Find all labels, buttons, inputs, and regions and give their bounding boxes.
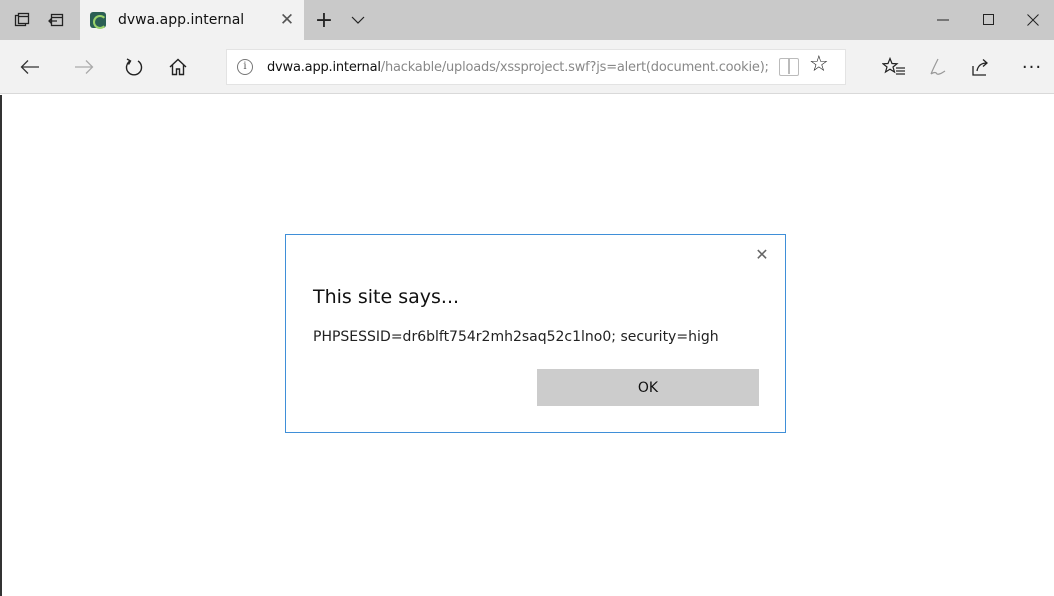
forward-arrow-icon[interactable]: [66, 40, 102, 94]
close-icon[interactable]: ✕: [752, 244, 772, 264]
chevron-down-icon[interactable]: [346, 0, 370, 40]
alert-dialog: ✕ This site says... PHPSESSID=dr6blft754…: [285, 234, 786, 433]
share-icon[interactable]: [962, 40, 998, 94]
favorites-icon[interactable]: [876, 40, 912, 94]
plus-icon[interactable]: +: [312, 0, 336, 40]
url-text: dvwa.app.internal/hackable/uploads/xsspr…: [267, 60, 777, 75]
favicon-icon: [90, 12, 107, 29]
browser-tab[interactable]: dvwa.app.internal ✕: [80, 0, 304, 40]
refresh-icon[interactable]: [116, 40, 152, 94]
info-icon[interactable]: i: [237, 59, 253, 75]
url-host: dvwa.app.internal: [267, 59, 381, 75]
minimize-icon[interactable]: [920, 0, 966, 40]
maximize-icon[interactable]: [966, 0, 1012, 40]
dialog-message: PHPSESSID=dr6blft754r2mh2saq52c1lno0; se…: [313, 329, 719, 345]
more-icon[interactable]: ···: [1012, 40, 1052, 94]
home-icon[interactable]: [160, 40, 196, 94]
close-icon[interactable]: ✕: [275, 0, 299, 40]
close-window-icon[interactable]: [1012, 0, 1054, 40]
ok-button[interactable]: OK: [537, 369, 759, 406]
star-icon[interactable]: ☆: [809, 52, 829, 77]
navigation-bar: i dvwa.app.internal/hackable/uploads/xss…: [0, 40, 1054, 94]
title-bar: dvwa.app.internal ✕ +: [0, 0, 1054, 40]
address-bar[interactable]: i dvwa.app.internal/hackable/uploads/xss…: [226, 49, 846, 85]
tab-title: dvwa.app.internal: [118, 12, 245, 28]
back-arrow-icon[interactable]: [12, 40, 48, 94]
reading-view-icon[interactable]: [779, 58, 799, 76]
tab-back-icon[interactable]: [44, 0, 68, 40]
url-path: /hackable/uploads/xssproject.swf?js=aler…: [380, 59, 769, 75]
pen-icon[interactable]: [920, 40, 956, 94]
tab-aside-icon[interactable]: [10, 0, 34, 40]
dialog-title: This site says...: [313, 286, 460, 308]
